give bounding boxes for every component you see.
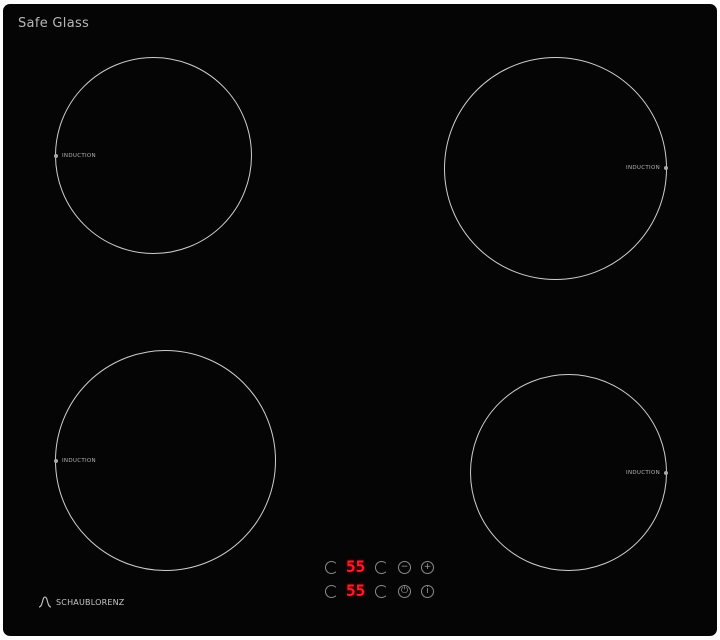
safe-glass-label: Safe Glass [18,16,90,31]
display-top: 55 [346,557,366,576]
zone-label-left: INDUCTION [54,458,96,464]
timer-icon[interactable] [325,561,338,574]
zone-label-text: INDUCTION [626,165,660,171]
display-bottom: 55 [346,581,366,600]
cooking-zone-rear-right: INDUCTION [444,57,668,280]
cooking-zone-lower-right: INDUCTION [470,374,668,571]
cooking-zone-front-left: INDUCTION [54,57,252,254]
zone-dot [664,471,668,475]
zone-dot [54,154,58,158]
zone-label-right: INDUCTION [626,470,668,476]
brand-mark-icon [38,596,52,608]
timer-icon[interactable] [325,585,338,598]
zone-label-text: INDUCTION [62,458,96,464]
induction-hob: Safe Glass INDUCTION INDUCTION INDUCTION… [3,4,717,636]
zone-label-text: INDUCTION [62,153,96,159]
brand-logo: SCHAUBLORENZ [37,594,124,610]
power-icon[interactable]: ⏻ [398,585,411,598]
timer-icon[interactable] [375,561,388,574]
zone-label-left: INDUCTION [54,153,96,159]
plus-icon[interactable]: + [421,561,434,574]
zone-dot [664,166,668,170]
timer-icon[interactable] [375,585,388,598]
zone-dot [54,459,58,463]
control-panel: 55 − + 55 ⏻ i [321,558,441,600]
minus-icon[interactable]: − [398,561,411,574]
zone-label-right: INDUCTION [626,165,668,171]
cooking-zone-lower-left: INDUCTION [54,350,276,571]
brand-name: SCHAUBLORENZ [56,597,125,607]
zone-label-text: INDUCTION [626,470,660,476]
info-icon[interactable]: i [421,585,434,598]
